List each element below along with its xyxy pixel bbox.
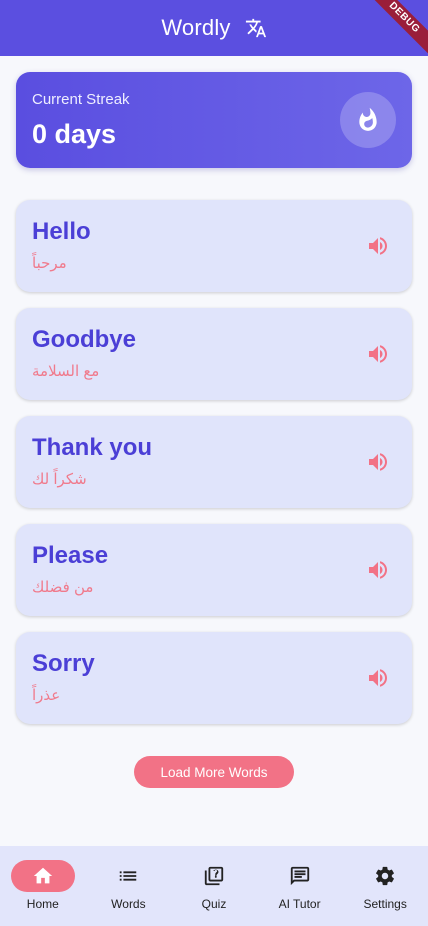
nav-label: Settings	[363, 897, 407, 911]
nav-active-indicator	[10, 860, 75, 892]
streak-badge	[340, 92, 396, 148]
speaker-icon[interactable]	[364, 448, 392, 476]
chat-icon	[290, 866, 309, 886]
word-english: Thank you	[32, 434, 153, 461]
nav-label: Quiz	[201, 897, 227, 911]
word-english: Goodbye	[32, 326, 137, 353]
speaker-icon[interactable]	[364, 664, 392, 692]
streak-card: Current Streak 0 days	[16, 72, 412, 168]
app-bar: Wordly DEBUG	[0, 0, 428, 56]
translate-icon[interactable]	[245, 17, 267, 39]
word-arabic: من فضلك	[32, 579, 94, 596]
word-arabic: شكراً لك	[32, 471, 87, 488]
word-arabic: عذراً	[32, 687, 61, 704]
word-card[interactable]: Goodbye مع السلامة	[16, 308, 412, 400]
word-card[interactable]: Please من فضلك	[16, 524, 412, 616]
nav-item-words[interactable]: Words	[86, 846, 171, 911]
quiz-icon	[204, 866, 224, 886]
word-arabic: مرحباً	[32, 255, 67, 272]
nav-item-home[interactable]: Home	[0, 846, 85, 911]
nav-item-quiz[interactable]: Quiz	[171, 846, 256, 911]
gear-icon	[376, 866, 395, 886]
nav-item-ai-tutor[interactable]: AI Tutor	[257, 846, 342, 911]
speaker-icon[interactable]	[364, 340, 392, 368]
debug-ribbon: DEBUG	[362, 0, 428, 56]
word-english: Hello	[32, 218, 91, 245]
word-card[interactable]: Hello مرحباً	[16, 200, 412, 292]
word-card[interactable]: Thank you شكراً لك	[16, 416, 412, 508]
word-arabic: مع السلامة	[32, 363, 100, 380]
nav-item-settings[interactable]: Settings	[343, 846, 428, 911]
fire-icon	[359, 107, 377, 131]
word-list: Hello مرحباً Goodbye مع السلامة Thank yo…	[16, 200, 412, 740]
word-english: Sorry	[32, 650, 95, 677]
speaker-icon[interactable]	[364, 556, 392, 584]
streak-value: 0 days	[32, 119, 117, 149]
load-more-button[interactable]: Load More Words	[134, 756, 294, 788]
bottom-nav: Home Words Quiz AI Tutor Settings	[0, 846, 428, 926]
list-icon	[120, 871, 137, 881]
speaker-icon[interactable]	[364, 232, 392, 260]
word-english: Please	[32, 542, 109, 569]
nav-label: Home	[26, 897, 59, 911]
app-title: Wordly	[161, 15, 231, 40]
nav-label: Words	[111, 897, 146, 911]
streak-label: Current Streak	[32, 91, 130, 108]
word-card[interactable]: Sorry عذراً	[16, 632, 412, 724]
nav-label: AI Tutor	[278, 897, 321, 911]
home-icon	[33, 867, 52, 884]
